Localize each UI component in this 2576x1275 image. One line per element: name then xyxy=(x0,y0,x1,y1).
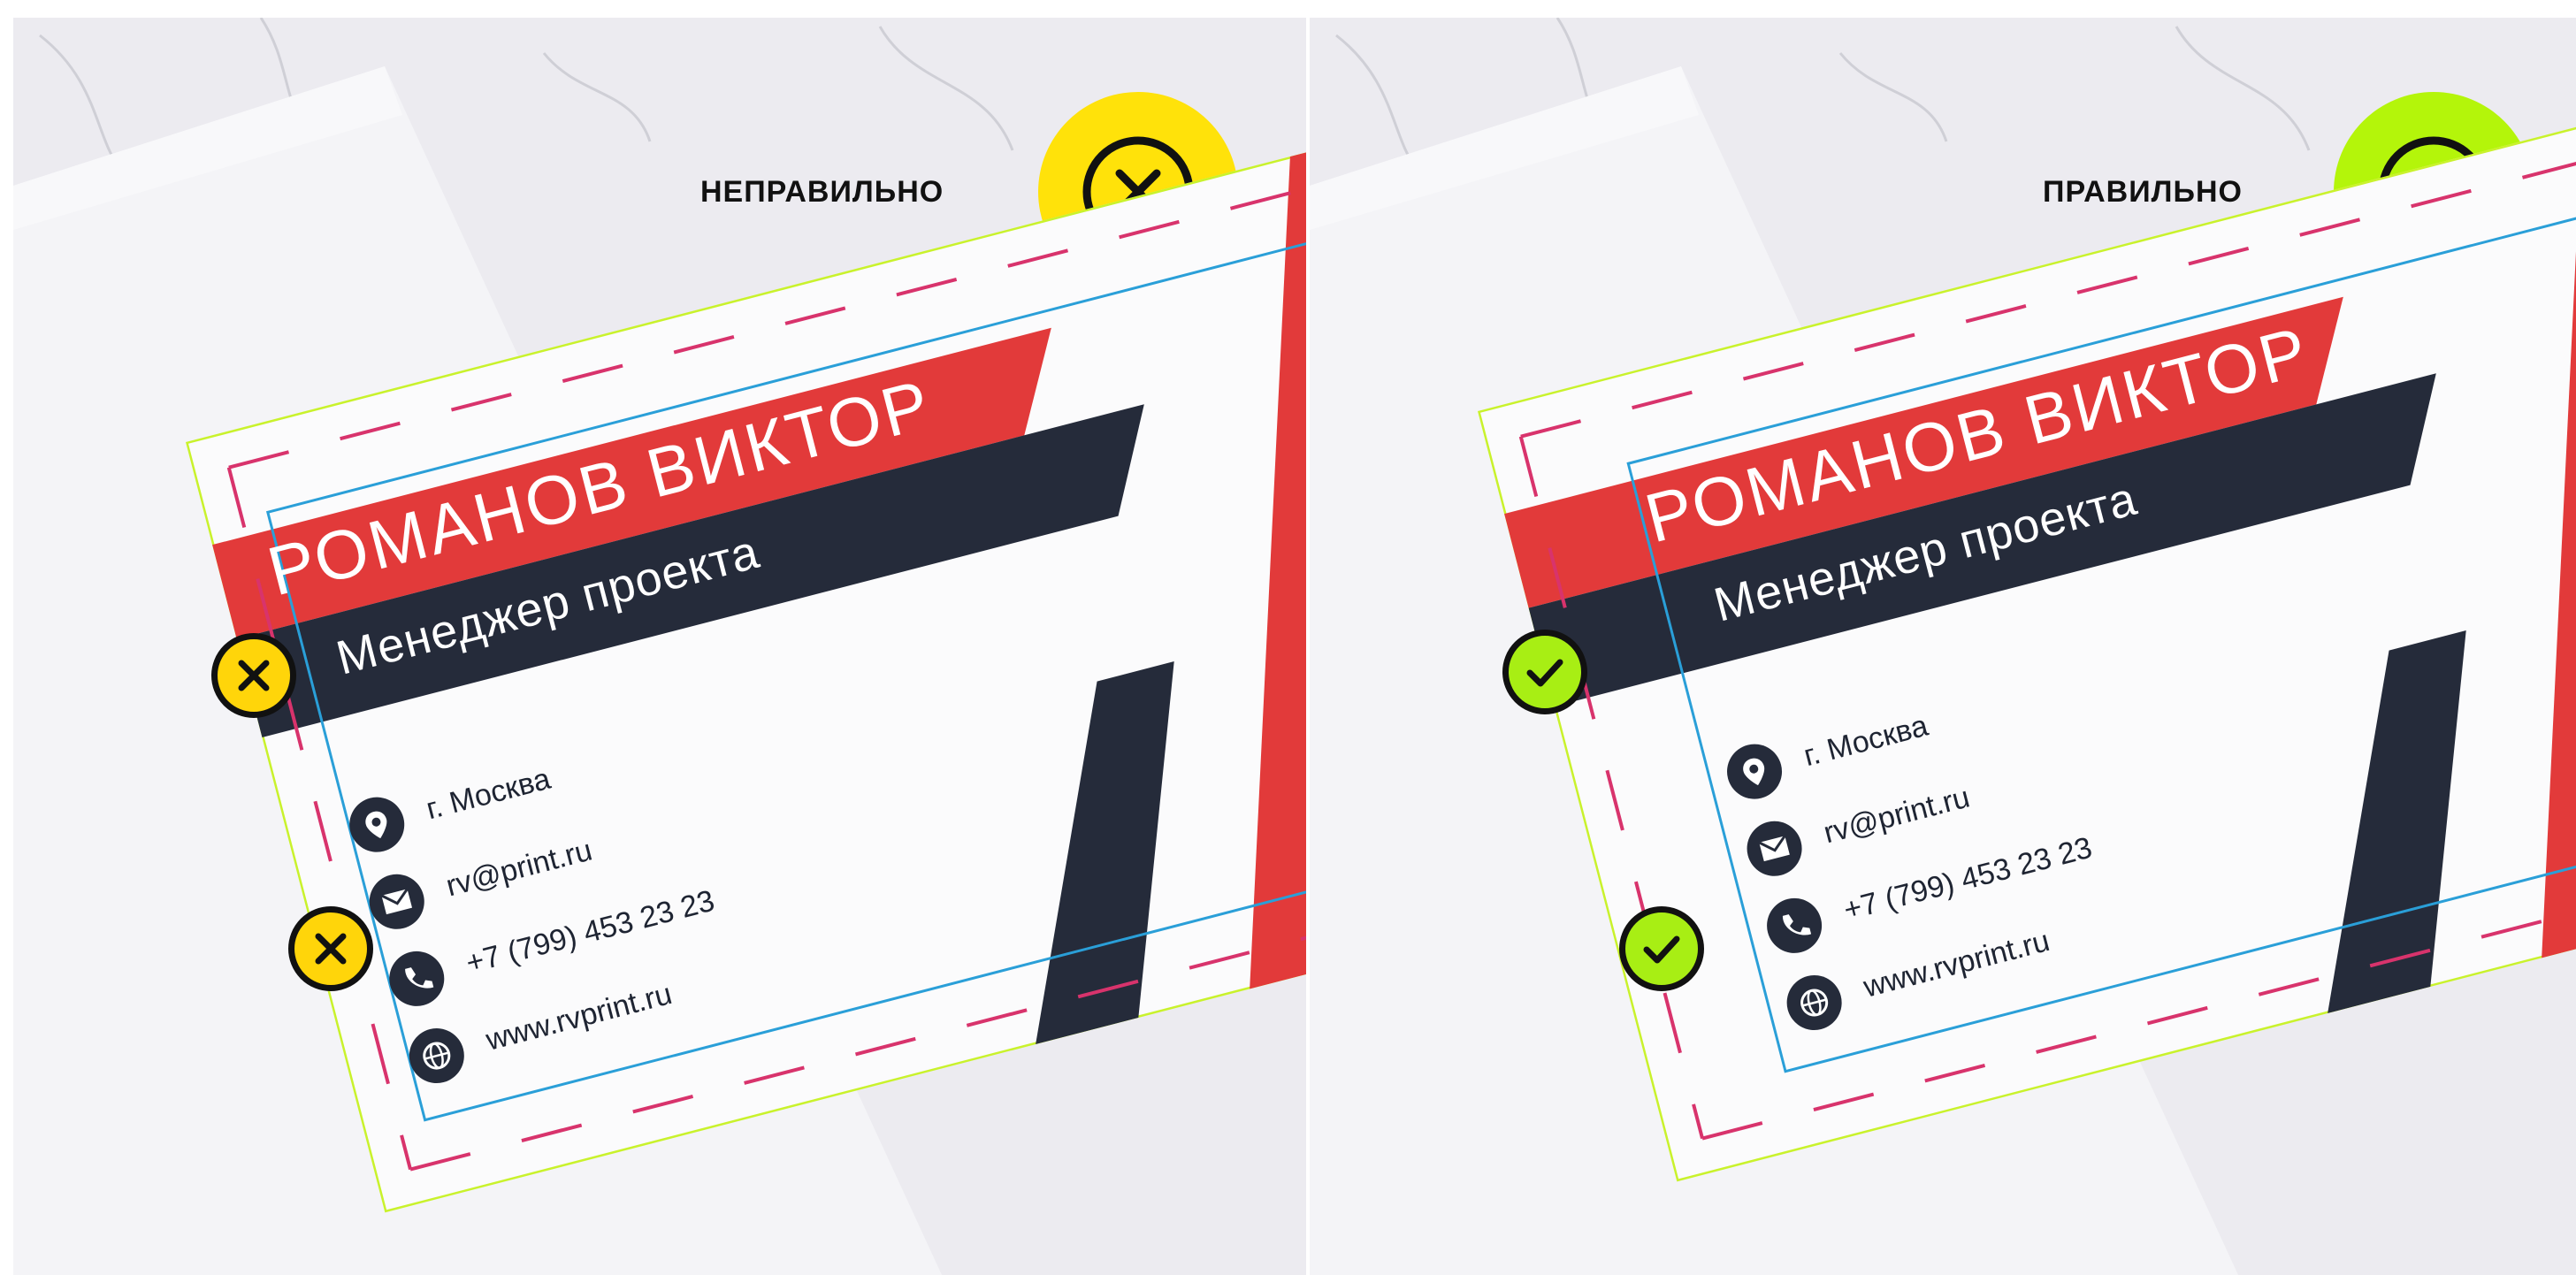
close-icon xyxy=(238,660,270,691)
comparison-page: НЕПРАВИЛЬНО РОМАНОВ ВИКТОР Менеджер прое… xyxy=(0,0,2576,1275)
incorrect-example-panel: НЕПРАВИЛЬНО РОМАНОВ ВИКТОР Менеджер прое… xyxy=(13,18,1306,1275)
check-icon xyxy=(1643,935,1680,964)
close-icon xyxy=(315,933,347,965)
incorrect-marker-title xyxy=(211,633,296,718)
verdict-label: ПРАВИЛЬНО xyxy=(2043,175,2243,209)
correct-marker-title xyxy=(1502,630,1587,714)
correct-marker-contacts xyxy=(1619,906,1704,991)
incorrect-marker-contacts xyxy=(288,906,373,991)
correct-example-panel: ПРАВИЛЬНО РОМАНОВ ВИКТОР Менеджер проект… xyxy=(1310,18,2576,1275)
verdict-label: НЕПРАВИЛЬНО xyxy=(700,175,944,209)
check-icon xyxy=(1526,659,1563,687)
